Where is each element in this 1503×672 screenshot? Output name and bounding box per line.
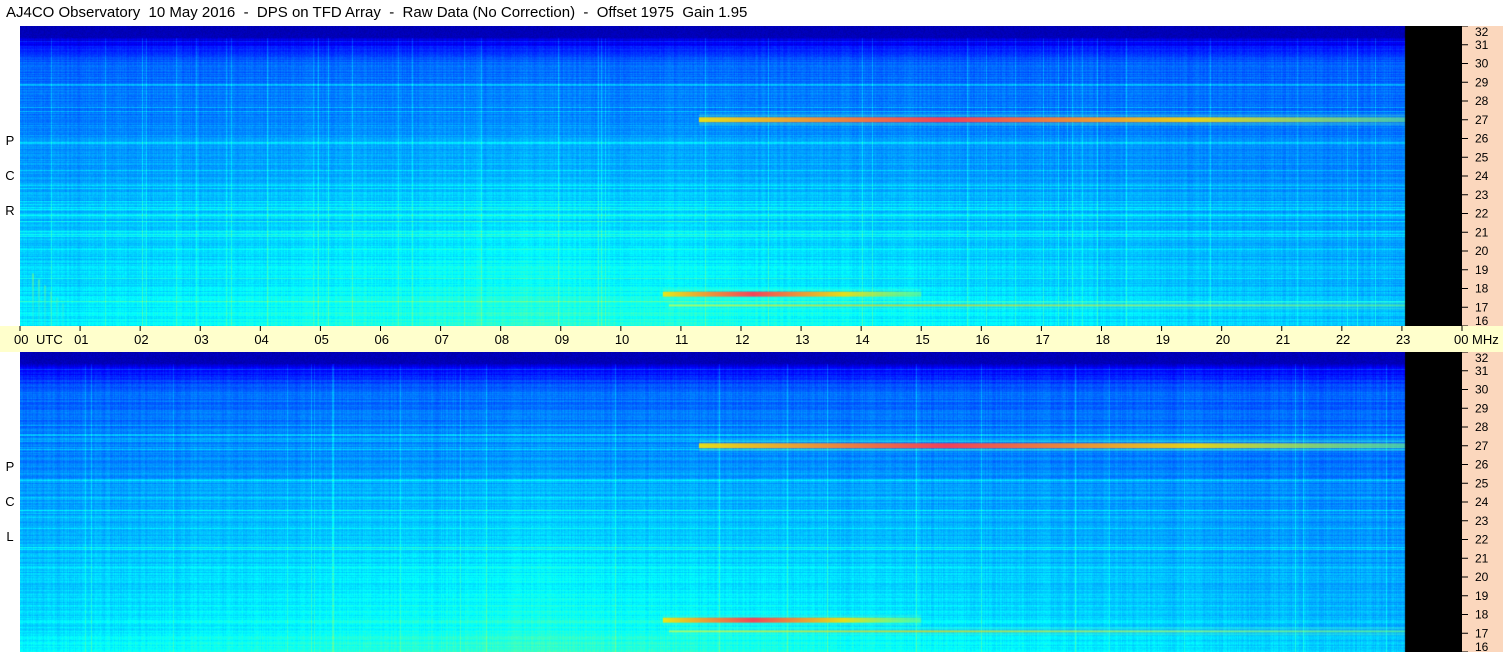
- time-tick-label: 00: [1454, 332, 1468, 347]
- lcp-freq-tick-label: 32: [1475, 352, 1489, 365]
- lcp-panel: L C P: [0, 352, 1462, 652]
- time-tick-label: 18: [1096, 332, 1110, 347]
- rcp-freq-tick-label: 29: [1475, 75, 1489, 89]
- rcp-freq-tick-label: 23: [1475, 188, 1489, 202]
- time-tick-label: 13: [795, 332, 809, 347]
- lcp-freq-tick-label: 22: [1475, 533, 1489, 547]
- lcp-freq-tick-label: 27: [1475, 439, 1489, 453]
- rcp-freq-tick-label: 32: [1475, 26, 1489, 39]
- chart-title: AJ4CO Observatory 10 May 2016 - DPS on T…: [0, 0, 1462, 26]
- rcp-freq-tick-label: 20: [1475, 244, 1489, 258]
- time-tick-label: 01: [74, 332, 88, 347]
- rcp-label-c: C: [5, 168, 15, 183]
- rcp-freq-tick-label: 22: [1475, 207, 1489, 221]
- time-tick-label: 23: [1396, 332, 1410, 347]
- time-tick-label: 21: [1276, 332, 1290, 347]
- lcp-freq-tick-label: 21: [1475, 551, 1489, 565]
- rcp-freq-tick-label: 25: [1475, 150, 1489, 164]
- rcp-label-p: P: [5, 133, 15, 148]
- time-tick-label: 05: [314, 332, 328, 347]
- lcp-label-c: C: [5, 494, 15, 509]
- lcp-freq-tick-label: 24: [1475, 495, 1489, 509]
- lcp-freq-tick-label: 28: [1475, 420, 1489, 434]
- rcp-freq-tick-label: 16: [1475, 314, 1489, 326]
- rcp-freq-tick-label: 28: [1475, 94, 1489, 108]
- rcp-panel: R C P: [0, 26, 1462, 326]
- lcp-freq-tick-label: 31: [1475, 364, 1489, 378]
- time-tick-label: 12: [735, 332, 749, 347]
- lcp-freq-tick-label: 26: [1475, 458, 1489, 472]
- lcp-freq-tick-label: 18: [1475, 608, 1489, 622]
- time-tick-label: 22: [1336, 332, 1350, 347]
- rcp-frequency-axis: 16 17 18 19 20 21 22 23 24 25 26 27 28 29 30 31 32: [1462, 26, 1503, 326]
- time-tick-label: 20: [1216, 332, 1230, 347]
- time-tick-label: 14: [855, 332, 869, 347]
- time-tick-label: 15: [915, 332, 929, 347]
- time-tick-label: 00: [14, 332, 28, 347]
- rcp-spectrogram: [20, 26, 1462, 326]
- time-tick-label: 06: [375, 332, 389, 347]
- time-tick-label: 11: [675, 332, 689, 347]
- time-axis: 00 01 02 03 04 05 06 07 08 09 10 11 12 13 14 15 16 17 18 19…: [0, 326, 1503, 352]
- lcp-label-p: P: [5, 459, 15, 474]
- time-tick-label: 08: [495, 332, 509, 347]
- rcp-freq-tick-label: 21: [1475, 225, 1489, 239]
- lcp-spectrogram: [20, 352, 1462, 652]
- time-tick-label: 07: [435, 332, 449, 347]
- rcp-freq-tick-label: 19: [1475, 263, 1489, 277]
- lcp-freq-tick-label: 29: [1475, 401, 1489, 415]
- time-tick-label: 16: [975, 332, 989, 347]
- lcp-freq-tick-label: 19: [1475, 589, 1489, 603]
- time-tick-label: 19: [1156, 332, 1170, 347]
- time-tick-label: 02: [134, 332, 148, 347]
- time-tick-label: 17: [1035, 332, 1049, 347]
- time-tick-label: 10: [615, 332, 629, 347]
- time-unit-label: UTC: [36, 332, 63, 347]
- freq-unit-label: MHz: [1472, 332, 1499, 347]
- lcp-freq-tick-label: 23: [1475, 514, 1489, 528]
- rcp-freq-tick-label: 30: [1475, 57, 1489, 71]
- rcp-freq-tick-label: 18: [1475, 282, 1489, 296]
- bottom-strip: [0, 652, 1462, 672]
- rcp-freq-tick-label: 31: [1475, 38, 1489, 52]
- rcp-label-r: R: [5, 203, 15, 218]
- lcp-freq-tick-label: 30: [1475, 383, 1489, 397]
- time-tick-label: 04: [254, 332, 268, 347]
- lcp-label-l: L: [6, 529, 14, 544]
- rcp-freq-tick-label: 17: [1475, 300, 1489, 314]
- lcp-freq-tick-label: 16: [1475, 640, 1489, 652]
- lcp-freq-tick-label: 20: [1475, 570, 1489, 584]
- lcp-freq-tick-label: 17: [1475, 626, 1489, 640]
- lcp-freq-tick-label: 25: [1475, 476, 1489, 490]
- rcp-freq-tick-label: 24: [1475, 169, 1489, 183]
- time-tick-label: 09: [555, 332, 569, 347]
- time-tick-label: 03: [194, 332, 208, 347]
- rcp-freq-tick-label: 27: [1475, 113, 1489, 127]
- rcp-freq-tick-label: 26: [1475, 132, 1489, 146]
- lcp-frequency-axis: 16 17 18 19 20 21 22 23 24 25 26 27 28 29 30 31 32: [1462, 352, 1503, 652]
